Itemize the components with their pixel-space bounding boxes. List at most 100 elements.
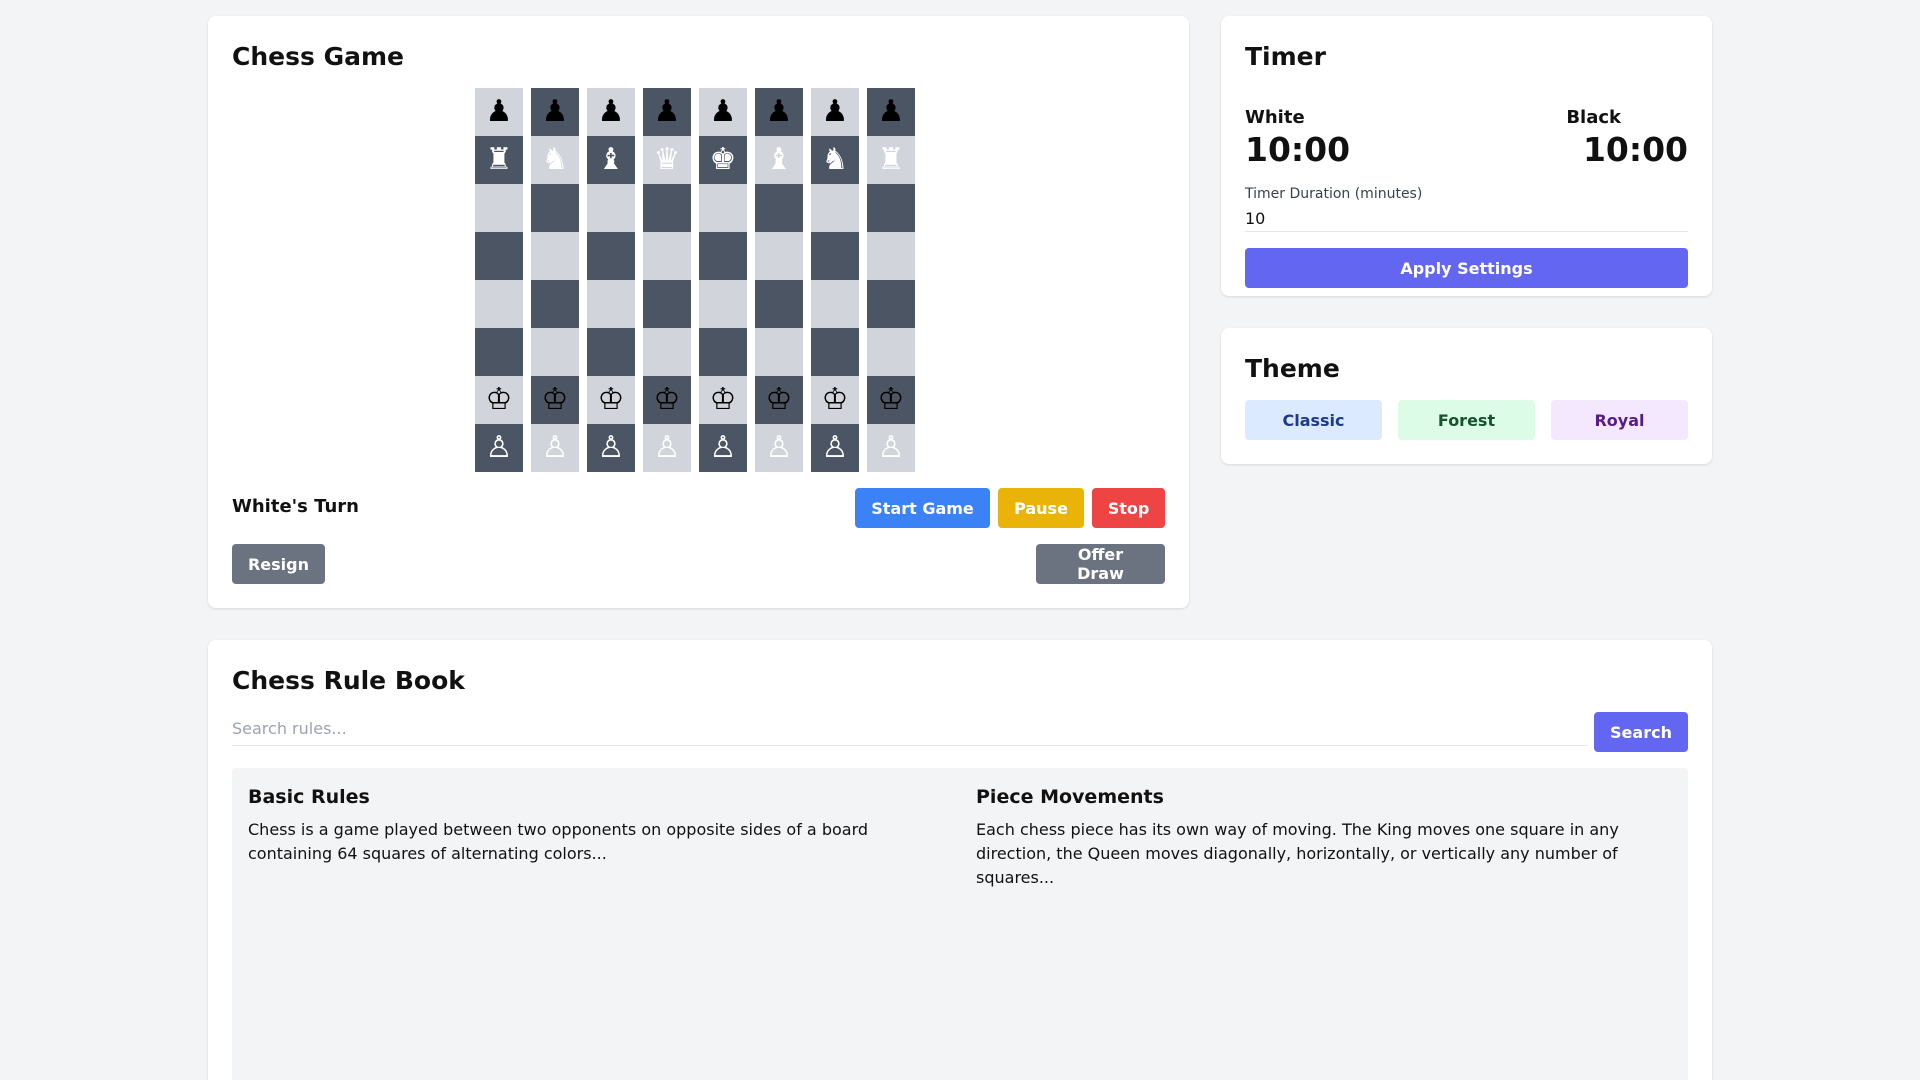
- chess-piece[interactable]: ♜: [878, 145, 905, 175]
- board-square-b8[interactable]: ♟: [531, 88, 579, 136]
- chess-piece[interactable]: ♙: [878, 433, 905, 463]
- timer-duration-input[interactable]: [1245, 206, 1688, 232]
- board-square-b4[interactable]: [531, 280, 579, 328]
- stop-button[interactable]: Stop: [1092, 488, 1165, 528]
- board-square-h5[interactable]: [867, 232, 915, 280]
- board-square-f1[interactable]: ♙: [755, 424, 803, 472]
- board-square-d6[interactable]: [643, 184, 691, 232]
- board-square-f7[interactable]: ♝: [755, 136, 803, 184]
- theme-royal-button[interactable]: Royal: [1551, 400, 1688, 440]
- board-square-h1[interactable]: ♙: [867, 424, 915, 472]
- board-square-g6[interactable]: [811, 184, 859, 232]
- chess-piece[interactable]: ♔: [654, 385, 681, 415]
- chess-piece[interactable]: ♟: [878, 97, 905, 127]
- chess-piece[interactable]: ♟: [542, 97, 569, 127]
- chess-piece[interactable]: ♟: [822, 97, 849, 127]
- board-square-e5[interactable]: [699, 232, 747, 280]
- board-square-f8[interactable]: ♟: [755, 88, 803, 136]
- board-square-a2[interactable]: ♔: [475, 376, 523, 424]
- chess-piece[interactable]: ♝: [766, 145, 793, 175]
- pause-button[interactable]: Pause: [998, 488, 1084, 528]
- offer-draw-button[interactable]: Offer Draw: [1036, 544, 1165, 584]
- board-square-d5[interactable]: [643, 232, 691, 280]
- search-button[interactable]: Search: [1594, 712, 1688, 752]
- chess-piece[interactable]: ♟: [486, 97, 513, 127]
- chess-piece[interactable]: ♝: [598, 145, 625, 175]
- board-square-d7[interactable]: ♛: [643, 136, 691, 184]
- board-square-c7[interactable]: ♝: [587, 136, 635, 184]
- board-square-a1[interactable]: ♙: [475, 424, 523, 472]
- chess-piece[interactable]: ♔: [878, 385, 905, 415]
- board-square-h6[interactable]: [867, 184, 915, 232]
- chess-piece[interactable]: ♔: [486, 385, 513, 415]
- chess-piece[interactable]: ♚: [710, 145, 737, 175]
- board-square-f4[interactable]: [755, 280, 803, 328]
- board-square-b3[interactable]: [531, 328, 579, 376]
- board-square-c8[interactable]: ♟: [587, 88, 635, 136]
- board-square-a6[interactable]: [475, 184, 523, 232]
- board-square-a3[interactable]: [475, 328, 523, 376]
- board-square-c1[interactable]: ♙: [587, 424, 635, 472]
- chess-piece[interactable]: ♔: [766, 385, 793, 415]
- board-square-f3[interactable]: [755, 328, 803, 376]
- board-square-g1[interactable]: ♙: [811, 424, 859, 472]
- chess-piece[interactable]: ♟: [766, 97, 793, 127]
- chess-piece[interactable]: ♙: [766, 433, 793, 463]
- board-square-g4[interactable]: [811, 280, 859, 328]
- board-square-h7[interactable]: ♜: [867, 136, 915, 184]
- chess-piece[interactable]: ♙: [822, 433, 849, 463]
- apply-settings-button[interactable]: Apply Settings: [1245, 248, 1688, 288]
- chess-piece[interactable]: ♜: [486, 145, 513, 175]
- rules-search-input[interactable]: [232, 712, 1588, 746]
- board-square-e2[interactable]: ♔: [699, 376, 747, 424]
- board-square-e4[interactable]: [699, 280, 747, 328]
- board-square-e3[interactable]: [699, 328, 747, 376]
- board-square-f5[interactable]: [755, 232, 803, 280]
- board-square-b2[interactable]: ♔: [531, 376, 579, 424]
- chess-piece[interactable]: ♞: [822, 145, 849, 175]
- board-square-e7[interactable]: ♚: [699, 136, 747, 184]
- chess-piece[interactable]: ♟: [710, 97, 737, 127]
- board-square-f6[interactable]: [755, 184, 803, 232]
- board-square-a8[interactable]: ♟: [475, 88, 523, 136]
- board-square-b6[interactable]: [531, 184, 579, 232]
- board-square-g7[interactable]: ♞: [811, 136, 859, 184]
- board-square-d2[interactable]: ♔: [643, 376, 691, 424]
- board-square-g8[interactable]: ♟: [811, 88, 859, 136]
- board-square-h8[interactable]: ♟: [867, 88, 915, 136]
- board-square-b1[interactable]: ♙: [531, 424, 579, 472]
- board-square-a4[interactable]: [475, 280, 523, 328]
- chess-piece[interactable]: ♞: [542, 145, 569, 175]
- chess-piece[interactable]: ♙: [710, 433, 737, 463]
- chess-piece[interactable]: ♙: [654, 433, 681, 463]
- board-square-g3[interactable]: [811, 328, 859, 376]
- chess-piece[interactable]: ♔: [710, 385, 737, 415]
- board-square-c6[interactable]: [587, 184, 635, 232]
- chess-piece[interactable]: ♙: [598, 433, 625, 463]
- chess-piece[interactable]: ♟: [654, 97, 681, 127]
- chess-piece[interactable]: ♔: [598, 385, 625, 415]
- board-square-d3[interactable]: [643, 328, 691, 376]
- board-square-f2[interactable]: ♔: [755, 376, 803, 424]
- board-square-d8[interactable]: ♟: [643, 88, 691, 136]
- board-square-d4[interactable]: [643, 280, 691, 328]
- chess-piece[interactable]: ♔: [822, 385, 849, 415]
- board-square-a5[interactable]: [475, 232, 523, 280]
- chess-piece[interactable]: ♙: [542, 433, 569, 463]
- start-game-button[interactable]: Start Game: [855, 488, 990, 528]
- board-square-c5[interactable]: [587, 232, 635, 280]
- board-square-g2[interactable]: ♔: [811, 376, 859, 424]
- board-square-a7[interactable]: ♜: [475, 136, 523, 184]
- chess-piece[interactable]: ♔: [542, 385, 569, 415]
- chess-piece[interactable]: ♟: [598, 97, 625, 127]
- board-square-c3[interactable]: [587, 328, 635, 376]
- board-square-c2[interactable]: ♔: [587, 376, 635, 424]
- board-square-h4[interactable]: [867, 280, 915, 328]
- resign-button[interactable]: Resign: [232, 544, 325, 584]
- chess-piece[interactable]: ♛: [654, 145, 681, 175]
- chess-piece[interactable]: ♙: [486, 433, 513, 463]
- board-square-b5[interactable]: [531, 232, 579, 280]
- board-square-e8[interactable]: ♟: [699, 88, 747, 136]
- board-square-h3[interactable]: [867, 328, 915, 376]
- theme-forest-button[interactable]: Forest: [1398, 400, 1535, 440]
